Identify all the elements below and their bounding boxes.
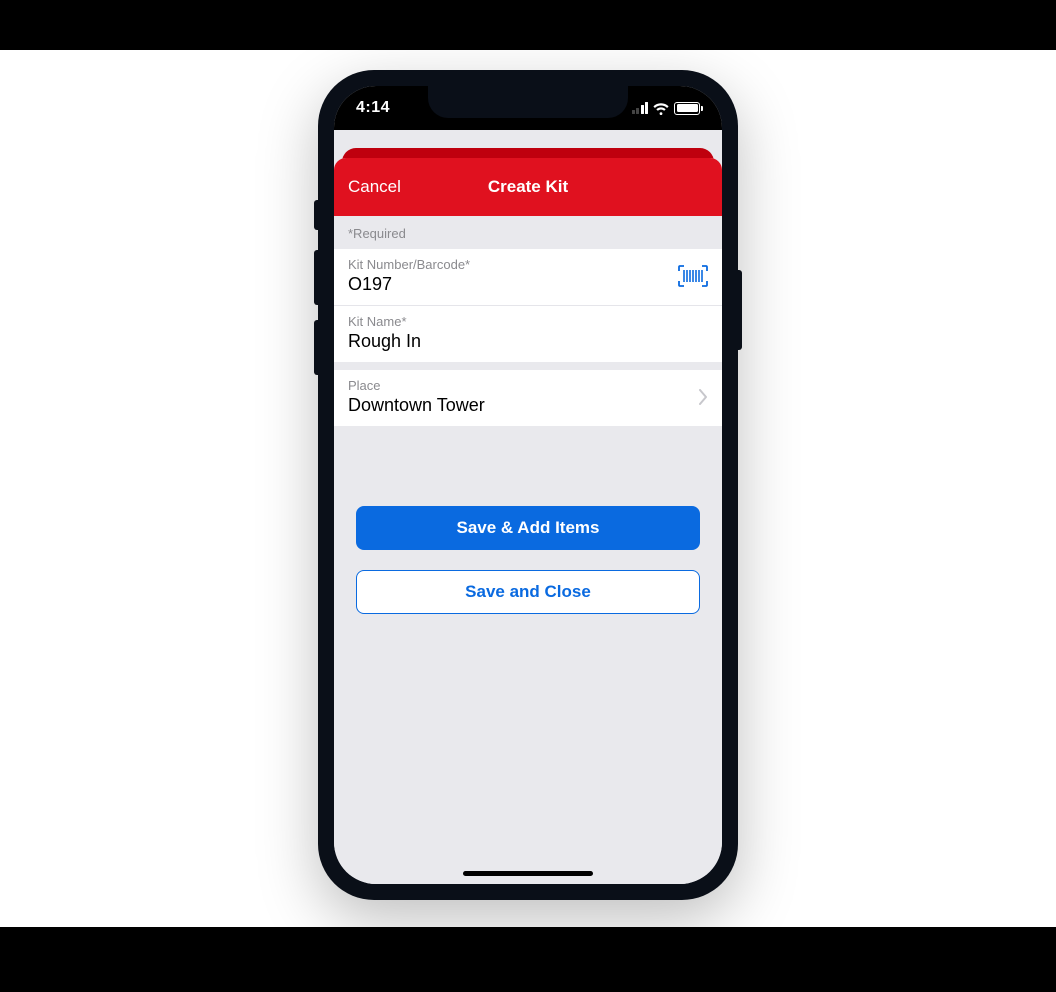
place-label: Place bbox=[348, 378, 690, 393]
form-group-place: Place Downtown Tower bbox=[334, 370, 722, 426]
place-value: Downtown Tower bbox=[348, 395, 690, 416]
phone-frame: 4:14 bbox=[318, 70, 738, 900]
buttons-area: Save & Add Items Save and Close bbox=[334, 426, 722, 614]
phone-screen: 4:14 bbox=[334, 86, 722, 884]
kit-number-label: Kit Number/Barcode* bbox=[348, 257, 670, 272]
phone-side-button bbox=[314, 200, 318, 230]
phone-side-button bbox=[314, 250, 318, 305]
battery-icon bbox=[674, 102, 700, 115]
place-cell[interactable]: Place Downtown Tower bbox=[334, 370, 722, 426]
wifi-icon bbox=[653, 102, 669, 114]
page-bottom-band bbox=[0, 927, 1056, 992]
barcode-scan-icon[interactable] bbox=[678, 265, 708, 287]
save-add-items-button[interactable]: Save & Add Items bbox=[356, 506, 700, 550]
chevron-right-icon bbox=[698, 389, 708, 405]
page-top-band bbox=[0, 0, 1056, 50]
save-and-close-button[interactable]: Save and Close bbox=[356, 570, 700, 614]
kit-number-cell[interactable]: Kit Number/Barcode* bbox=[334, 249, 722, 306]
kit-name-label: Kit Name* bbox=[348, 314, 708, 329]
home-indicator[interactable] bbox=[463, 871, 593, 876]
status-time: 4:14 bbox=[356, 99, 390, 117]
cellular-signal-icon bbox=[632, 102, 649, 114]
form-group-main: Kit Number/Barcode* bbox=[334, 249, 722, 362]
phone-side-button bbox=[314, 320, 318, 375]
phone-side-button bbox=[738, 270, 742, 350]
phone-notch bbox=[428, 86, 628, 118]
nav-bar: Cancel Create Kit bbox=[334, 158, 722, 216]
required-note: *Required bbox=[334, 216, 722, 249]
kit-name-input[interactable] bbox=[348, 331, 708, 352]
kit-name-cell[interactable]: Kit Name* bbox=[334, 306, 722, 362]
modal-sheet: Cancel Create Kit *Required Kit Number/B… bbox=[334, 158, 722, 884]
cancel-button[interactable]: Cancel bbox=[348, 177, 401, 197]
kit-number-input[interactable] bbox=[348, 274, 670, 295]
